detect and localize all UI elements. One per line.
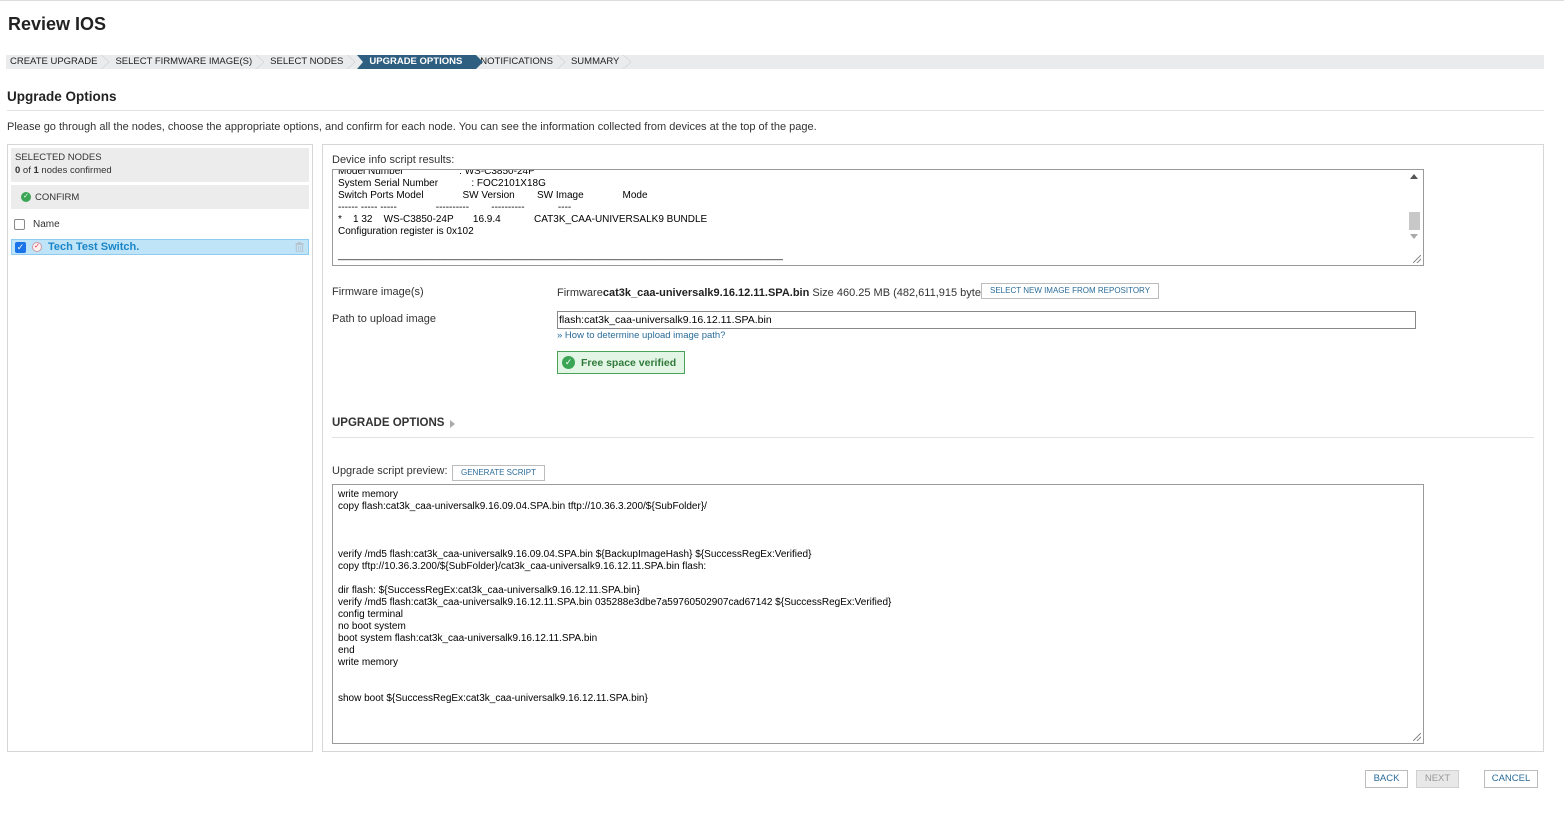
script-line bbox=[338, 513, 891, 525]
firmware-size: Size 460.25 MB (482,611,915 bytes) bbox=[809, 287, 991, 299]
wizard-step-upgrade-options[interactable]: UPGRADE OPTIONS bbox=[357, 55, 484, 69]
page-title: Review IOS bbox=[8, 14, 107, 34]
check-circle-icon: ✓ bbox=[21, 192, 31, 202]
selected-nodes-title: SELECTED NODES bbox=[15, 152, 102, 163]
wizard-step-summary[interactable]: SUMMARY bbox=[567, 55, 633, 69]
section-title: Upgrade Options bbox=[7, 89, 117, 104]
script-line: no boot system bbox=[338, 621, 406, 632]
script-line: copy tftp://10.36.3.200/${SubFolder}/cat… bbox=[338, 561, 707, 572]
device-info-textarea[interactable]: Model Number : WS-C3850-24P System Serial… bbox=[332, 169, 1424, 266]
top-border bbox=[0, 0, 1564, 1]
wizard-step-select-firmware[interactable]: SELECT FIRMWARE IMAGE(S) bbox=[111, 55, 266, 69]
script-line: write memory bbox=[338, 489, 399, 500]
script-line: show boot ${SuccessRegEx:cat3k_caa-unive… bbox=[338, 693, 648, 704]
scroll-down-arrow-icon[interactable] bbox=[1410, 234, 1418, 239]
firmware-value: Firmwarecat3k_caa-universalk9.16.12.11.S… bbox=[557, 287, 990, 299]
script-line bbox=[338, 669, 891, 681]
resize-grip-icon[interactable] bbox=[1413, 255, 1421, 263]
script-line: boot system flash:cat3k_caa-universalk9.… bbox=[338, 633, 598, 644]
path-label: Path to upload image bbox=[332, 313, 436, 325]
selected-nodes-panel: SELECTED NODES 0 of 1 nodes confirmed ✓ … bbox=[7, 144, 313, 752]
script-line bbox=[338, 525, 891, 537]
wizard-step-select-nodes[interactable]: SELECT NODES bbox=[266, 55, 357, 69]
device-info-scrollbar[interactable] bbox=[1406, 170, 1423, 265]
node-checkbox[interactable]: ✓ bbox=[15, 241, 26, 253]
wizard-step-create-upgrade[interactable]: CREATE UPGRADE bbox=[6, 55, 111, 69]
nodes-confirmed-status: 0 of 1 nodes confirmed bbox=[15, 165, 305, 176]
device-info-line: ------ ----- ----- ---------- ----------… bbox=[338, 202, 572, 213]
nodes-table-header: Name bbox=[11, 212, 309, 236]
name-column-header: Name bbox=[33, 218, 60, 230]
trash-icon[interactable] bbox=[295, 242, 304, 252]
upload-path-input[interactable] bbox=[557, 311, 1416, 329]
next-button[interactable]: NEXT bbox=[1416, 770, 1459, 788]
script-line bbox=[338, 537, 891, 549]
script-line bbox=[338, 681, 891, 693]
script-line: copy flash:cat3k_caa-universalk9.16.09.0… bbox=[338, 501, 707, 512]
firmware-label: Firmware image(s) bbox=[332, 286, 424, 298]
node-row[interactable]: ✓ ✓ Tech Test Switch. bbox=[11, 239, 309, 255]
device-info-line: Model Number : WS-C3850-24P bbox=[338, 169, 535, 177]
caret-right-icon bbox=[450, 420, 456, 428]
device-info-line: * 1 32 WS-C3850-24P 16.9.4 CAT3K_CAA-UNI… bbox=[338, 214, 708, 225]
wizard-breadcrumb: CREATE UPGRADE SELECT FIRMWARE IMAGE(S) … bbox=[6, 55, 1544, 69]
script-preview-textarea[interactable]: write memory copy flash:cat3k_caa-univers… bbox=[332, 484, 1424, 744]
node-name: Tech Test Switch. bbox=[48, 241, 140, 253]
section-divider bbox=[7, 110, 1544, 111]
script-line: verify /md5 flash:cat3k_caa-universalk9.… bbox=[338, 597, 892, 608]
cancel-button[interactable]: CANCEL bbox=[1484, 770, 1538, 788]
script-line: dir flash: ${SuccessRegEx:cat3k_caa-univ… bbox=[338, 585, 641, 596]
device-info-line: ________________________________________… bbox=[338, 250, 783, 261]
selected-nodes-header: SELECTED NODES 0 of 1 nodes confirmed bbox=[11, 148, 309, 182]
script-line: end bbox=[338, 645, 355, 656]
confirm-button[interactable]: ✓ CONFIRM bbox=[11, 185, 309, 209]
script-line bbox=[338, 573, 891, 585]
back-button[interactable]: BACK bbox=[1365, 770, 1408, 788]
node-status-icon: ✓ bbox=[32, 242, 42, 252]
firmware-file: cat3k_caa-universalk9.16.12.11.SPA.bin bbox=[602, 287, 810, 299]
device-info-line: Configuration register is 0x102 bbox=[338, 226, 474, 237]
confirmed-text-mid: of bbox=[20, 165, 34, 176]
script-preview-content: write memory copy flash:cat3k_caa-univers… bbox=[338, 489, 891, 705]
upgrade-options-divider bbox=[332, 437, 1534, 438]
upgrade-options-toggle[interactable]: UPGRADE OPTIONS bbox=[332, 417, 456, 429]
free-space-label: Free space verified bbox=[581, 356, 677, 369]
confirmed-text-end: nodes confirmed bbox=[38, 165, 112, 176]
upgrade-options-label: UPGRADE OPTIONS bbox=[332, 417, 445, 429]
select-all-checkbox[interactable] bbox=[14, 218, 25, 230]
device-info-line bbox=[338, 238, 783, 250]
scroll-thumb[interactable] bbox=[1409, 212, 1420, 230]
device-info-content: Model Number : WS-C3850-24P System Serial… bbox=[338, 169, 783, 262]
upload-path-help-link[interactable]: » How to determine upload image path? bbox=[557, 330, 725, 341]
check-circle-icon: ✓ bbox=[562, 356, 575, 369]
script-line: config terminal bbox=[338, 609, 404, 620]
confirm-label: CONFIRM bbox=[35, 191, 80, 203]
firmware-prefix: Firmware bbox=[557, 287, 603, 299]
wizard-step-notifications[interactable]: NOTIFICATIONS bbox=[476, 55, 567, 69]
script-line: write memory bbox=[338, 657, 399, 668]
instructions-text: Please go through all the nodes, choose … bbox=[7, 121, 817, 133]
device-info-line: System Serial Number : FOC2101X18G bbox=[338, 178, 546, 189]
scroll-up-arrow-icon[interactable] bbox=[1410, 174, 1418, 179]
script-line: verify /md5 flash:cat3k_caa-universalk9.… bbox=[338, 549, 812, 560]
resize-grip-icon[interactable] bbox=[1413, 733, 1421, 741]
script-preview-label: Upgrade script preview: bbox=[332, 465, 448, 477]
device-info-line: Switch Ports Model SW Version SW Image M… bbox=[338, 190, 648, 201]
node-options-panel: Device info script results: Model Number… bbox=[322, 144, 1544, 752]
free-space-status: ✓ Free space verified bbox=[557, 351, 685, 374]
device-info-label: Device info script results: bbox=[332, 154, 455, 166]
select-new-image-button[interactable]: SELECT NEW IMAGE FROM REPOSITORY bbox=[981, 283, 1160, 299]
generate-script-button[interactable]: GENERATE SCRIPT bbox=[452, 465, 545, 481]
